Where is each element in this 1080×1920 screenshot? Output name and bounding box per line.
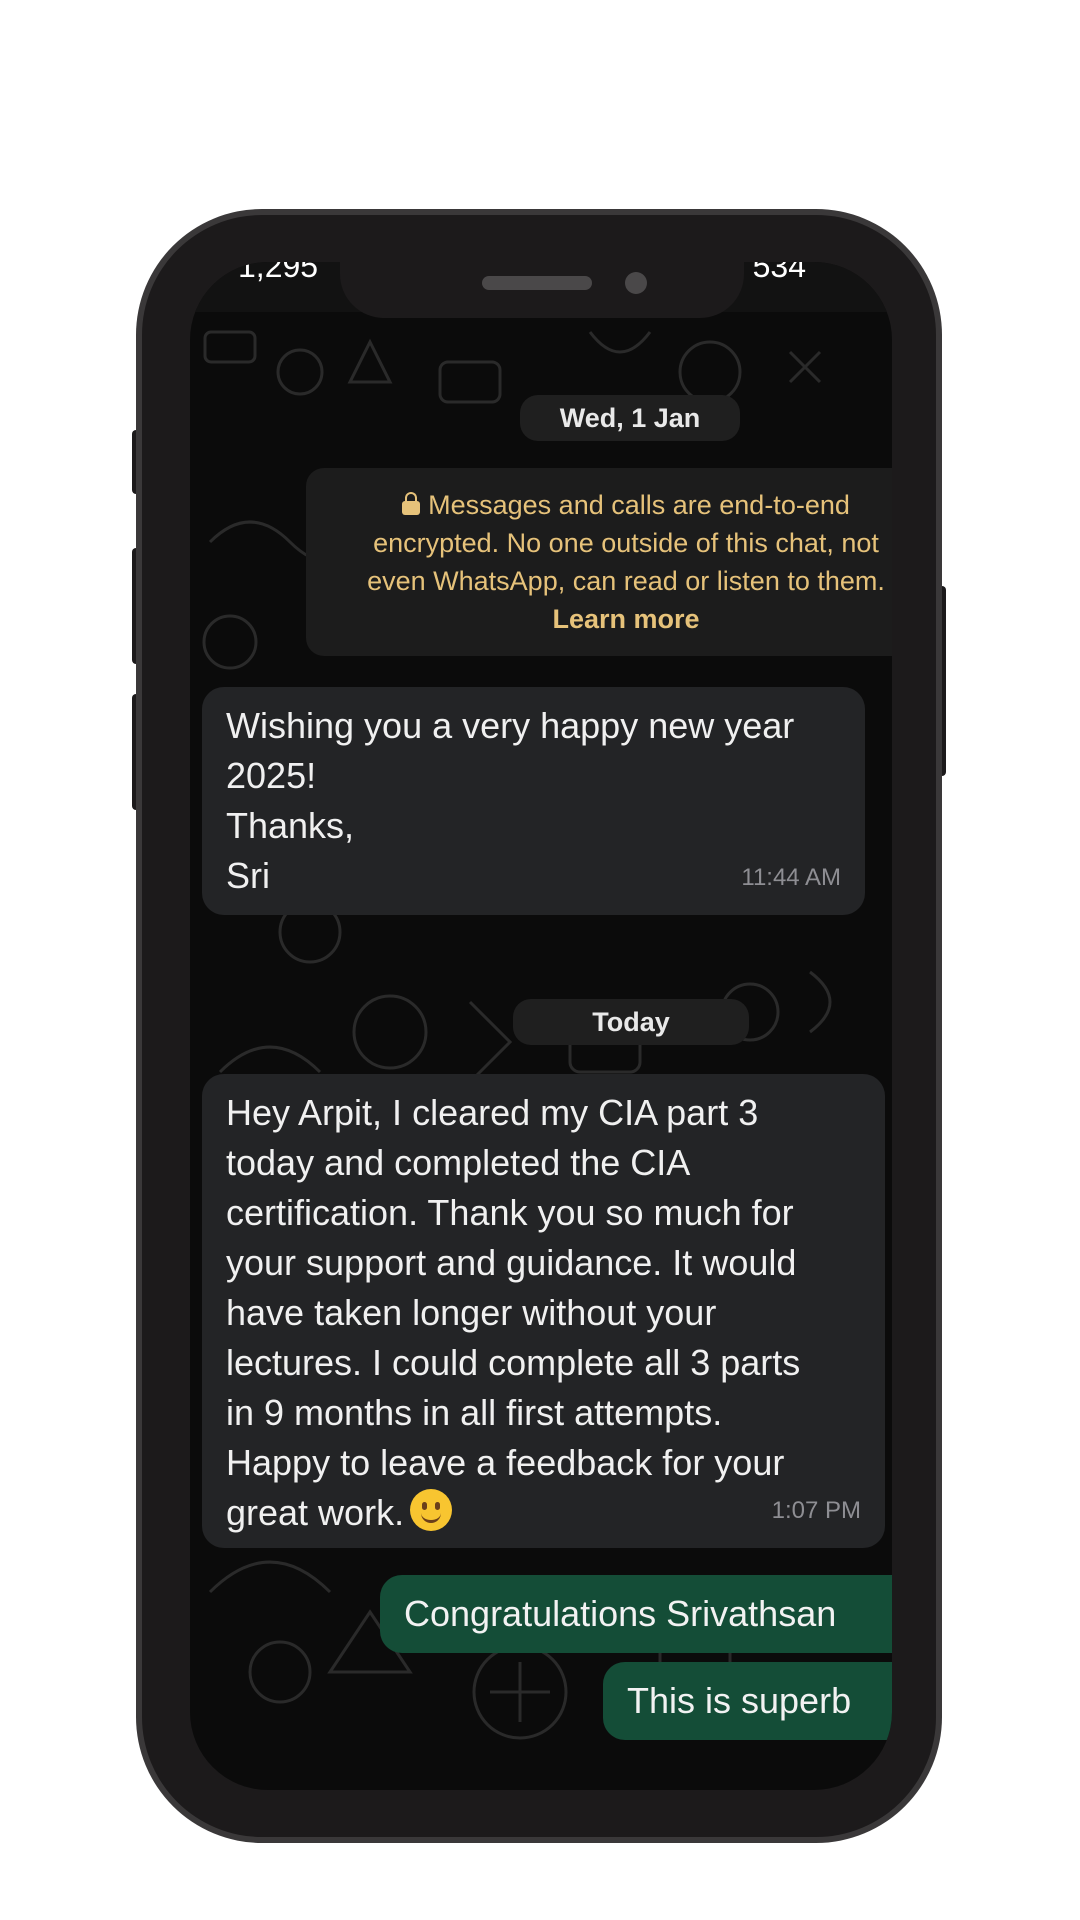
phone-screen: 1,295 534 Wed, 1 Jan Messages and calls … — [190, 262, 892, 1790]
status-right-text: 534 — [752, 262, 806, 284]
encryption-line-2: encrypted. No one outside of this chat, … — [373, 528, 879, 558]
message-bubble-new-year[interactable]: Wishing you a very happy new year 2025! … — [202, 687, 865, 915]
lock-icon — [402, 492, 421, 515]
message-time: 11:44 AM — [741, 864, 841, 891]
front-camera — [625, 272, 647, 294]
message-time: 1:07 PM — [771, 1497, 861, 1524]
encryption-line-1: Messages and calls are end-to-end — [306, 486, 892, 524]
smiling-face-emoji-icon — [410, 1489, 453, 1531]
date-separator-wed: Wed, 1 Jan — [520, 395, 740, 441]
status-left-text: 1,295 — [238, 262, 319, 284]
sent-message-congratulations[interactable]: Congratulations Srivathsan — [380, 1575, 892, 1653]
date-separator-today: Today — [513, 999, 749, 1045]
speaker-grille — [482, 276, 592, 290]
message-bubble-cia[interactable]: Hey Arpit, I cleared my CIA part 3 today… — [202, 1074, 885, 1548]
phone-notch — [340, 216, 744, 318]
message-text: Wishing you a very happy new year 2025! … — [226, 705, 795, 896]
encryption-notice[interactable]: Messages and calls are end-to-end encryp… — [306, 468, 892, 656]
sent-message-superb[interactable]: This is superb — [603, 1662, 892, 1740]
message-text: Hey Arpit, I cleared my CIA part 3 today… — [226, 1092, 801, 1533]
encryption-line-3: even WhatsApp, can read or listen to the… — [367, 566, 885, 596]
learn-more-link[interactable]: Learn more — [306, 600, 892, 638]
